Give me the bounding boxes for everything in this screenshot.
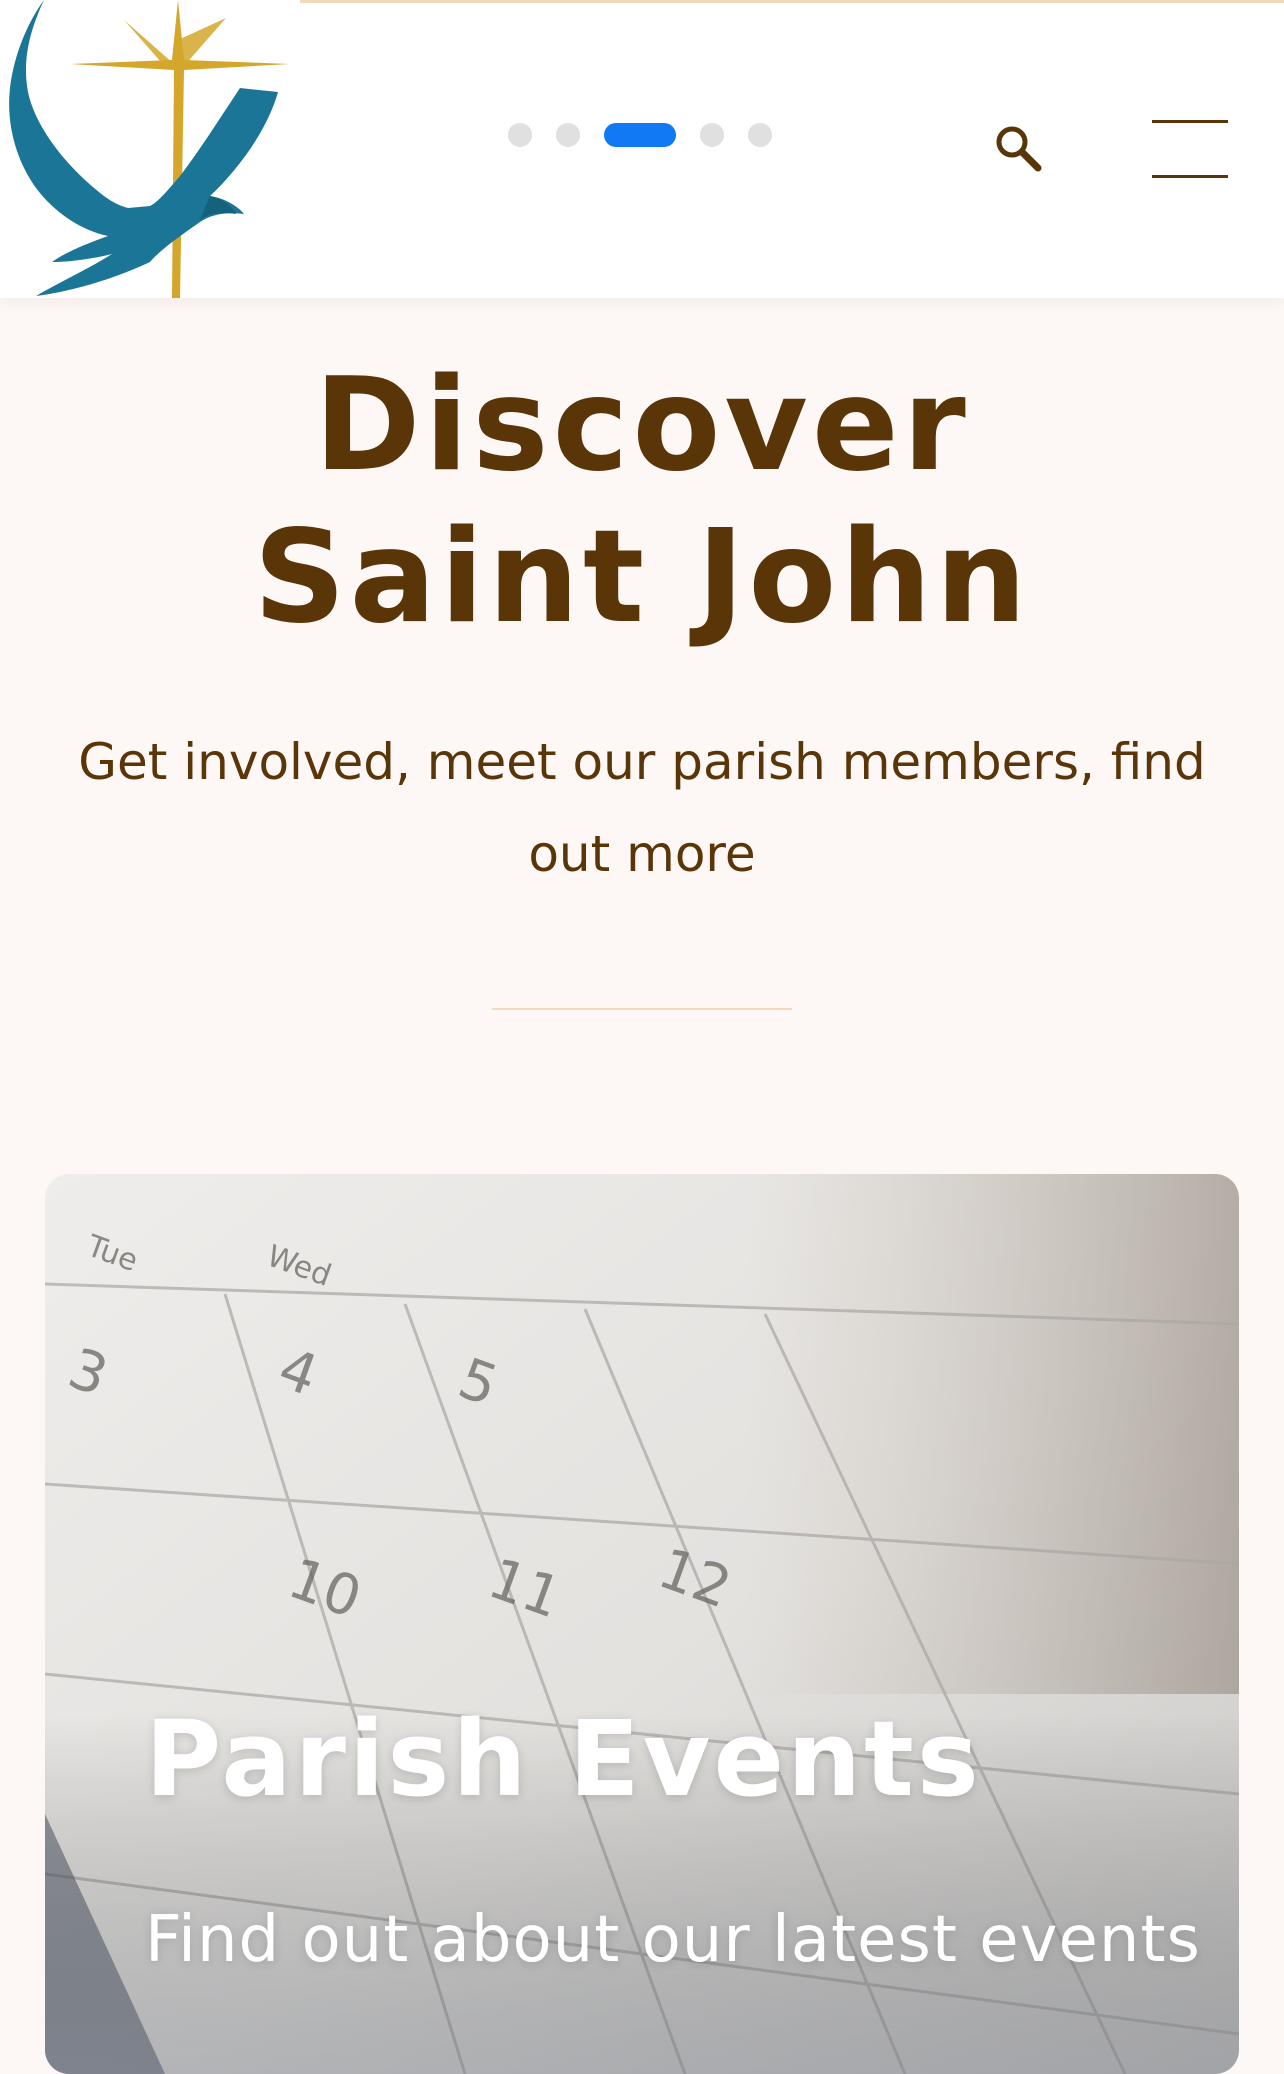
header-top-border [300,0,1284,3]
site-header [0,0,1284,298]
menu-bar-top [1152,120,1228,123]
menu-bar-bottom [1152,175,1228,178]
search-button[interactable] [990,120,1050,180]
search-icon [996,126,1042,172]
slide-dot-2[interactable] [556,123,580,147]
page-subtitle: Get involved, meet our parish members, f… [78,733,1206,883]
slide-dot-4[interactable] [700,123,724,147]
dove-with-star-logo-icon[interactable] [0,0,300,298]
hamburger-menu-button[interactable] [1148,112,1232,182]
slide-dot-1[interactable] [508,123,532,147]
card-title: Parish Events [145,1698,982,1820]
card-subtitle: Find out about our latest events [145,1903,1201,1977]
slide-dot-5[interactable] [748,123,772,147]
slide-pagination [508,122,772,148]
page-title: Discover Saint John [253,351,1031,652]
parish-events-card[interactable]: 3 4 5 10 11 12 Tue Wed Parish Events Fin… [45,1174,1239,2074]
slide-dot-3-active[interactable] [604,123,676,147]
section-divider [492,1008,792,1010]
